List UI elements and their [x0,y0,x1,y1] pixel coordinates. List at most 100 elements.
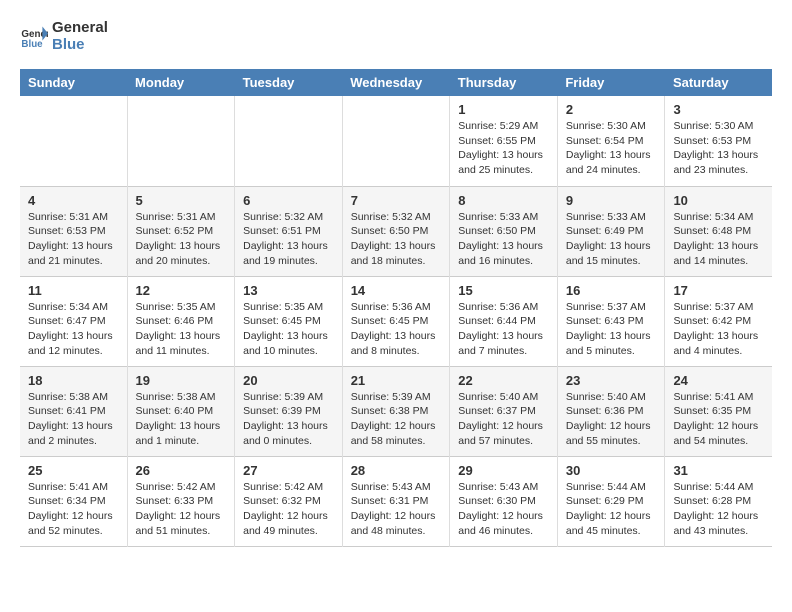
day-cell: 19 Sunrise: 5:38 AM Sunset: 6:40 PM Dayli… [127,366,235,456]
day-number: 14 [351,283,442,298]
day-cell: 24 Sunrise: 5:41 AM Sunset: 6:35 PM Dayli… [665,366,772,456]
day-info: Sunrise: 5:31 AM Sunset: 6:52 PM Dayligh… [136,210,227,269]
day-info: Sunrise: 5:29 AM Sunset: 6:55 PM Dayligh… [458,119,549,178]
logo: General Blue General Blue [20,20,108,53]
day-info: Sunrise: 5:40 AM Sunset: 6:36 PM Dayligh… [566,390,657,449]
day-cell: 17Sunrise: 5:37 AM Sunset: 6:42 PM Dayli… [665,276,772,366]
col-header-sunday: Sunday [20,69,127,96]
day-cell: 10 Sunrise: 5:34 AM Sunset: 6:48 PM Dayli… [665,186,772,276]
week-row-2: 4 Sunrise: 5:31 AM Sunset: 6:53 PM Daylig… [20,186,772,276]
day-cell: 4 Sunrise: 5:31 AM Sunset: 6:53 PM Daylig… [20,186,127,276]
day-info: Sunrise: 5:33 AM Sunset: 6:49 PM Dayligh… [566,210,657,269]
day-number: 30 [566,463,657,478]
day-info: Sunrise: 5:36 AM Sunset: 6:45 PM Dayligh… [351,300,442,359]
day-cell: 14 Sunrise: 5:36 AM Sunset: 6:45 PM Dayli… [342,276,450,366]
day-cell: 26 Sunrise: 5:42 AM Sunset: 6:33 PM Dayli… [127,456,235,546]
day-info: Sunrise: 5:33 AM Sunset: 6:50 PM Dayligh… [458,210,549,269]
day-number: 25 [28,463,119,478]
day-number: 2 [566,102,657,117]
day-info: Sunrise: 5:43 AM Sunset: 6:30 PM Dayligh… [458,480,549,539]
day-info: Sunrise: 5:44 AM Sunset: 6:28 PM Dayligh… [673,480,764,539]
day-cell [342,96,450,186]
col-header-wednesday: Wednesday [342,69,450,96]
day-number: 19 [136,373,227,388]
col-header-monday: Monday [127,69,235,96]
day-info: Sunrise: 5:39 AM Sunset: 6:39 PM Dayligh… [243,390,334,449]
day-info: Sunrise: 5:31 AM Sunset: 6:53 PM Dayligh… [28,210,119,269]
day-info: Sunrise: 5:32 AM Sunset: 6:50 PM Dayligh… [351,210,442,269]
day-info: Sunrise: 5:37 AM Sunset: 6:43 PM Dayligh… [566,300,657,359]
week-row-5: 25Sunrise: 5:41 AM Sunset: 6:34 PM Dayli… [20,456,772,546]
col-header-tuesday: Tuesday [235,69,343,96]
day-info: Sunrise: 5:42 AM Sunset: 6:33 PM Dayligh… [136,480,227,539]
logo-general: General [52,20,108,37]
day-number: 12 [136,283,227,298]
day-number: 13 [243,283,334,298]
day-number: 18 [28,373,119,388]
day-cell: 18 Sunrise: 5:38 AM Sunset: 6:41 PM Dayli… [20,366,127,456]
day-cell: 8 Sunrise: 5:33 AM Sunset: 6:50 PM Daylig… [450,186,558,276]
day-info: Sunrise: 5:35 AM Sunset: 6:46 PM Dayligh… [136,300,227,359]
calendar-table: SundayMondayTuesdayWednesdayThursdayFrid… [20,69,772,547]
day-cell: 31 Sunrise: 5:44 AM Sunset: 6:28 PM Dayli… [665,456,772,546]
day-info: Sunrise: 5:44 AM Sunset: 6:29 PM Dayligh… [566,480,657,539]
day-number: 21 [351,373,442,388]
col-header-thursday: Thursday [450,69,558,96]
week-row-4: 18 Sunrise: 5:38 AM Sunset: 6:41 PM Dayli… [20,366,772,456]
day-number: 5 [136,193,227,208]
logo-icon: General Blue [20,23,48,51]
day-cell: 20Sunrise: 5:39 AM Sunset: 6:39 PM Dayli… [235,366,343,456]
logo-blue: Blue [52,37,108,54]
day-info: Sunrise: 5:36 AM Sunset: 6:44 PM Dayligh… [458,300,549,359]
day-info: Sunrise: 5:38 AM Sunset: 6:40 PM Dayligh… [136,390,227,449]
day-cell: 29 Sunrise: 5:43 AM Sunset: 6:30 PM Dayli… [450,456,558,546]
day-number: 11 [28,283,119,298]
day-number: 10 [673,193,764,208]
day-number: 29 [458,463,549,478]
day-cell: 13 Sunrise: 5:35 AM Sunset: 6:45 PM Dayli… [235,276,343,366]
day-cell: 11Sunrise: 5:34 AM Sunset: 6:47 PM Dayli… [20,276,127,366]
day-cell: 27 Sunrise: 5:42 AM Sunset: 6:32 PM Dayli… [235,456,343,546]
day-info: Sunrise: 5:37 AM Sunset: 6:42 PM Dayligh… [673,300,764,359]
day-cell: 2 Sunrise: 5:30 AM Sunset: 6:54 PM Daylig… [557,96,665,186]
day-cell: 25Sunrise: 5:41 AM Sunset: 6:34 PM Dayli… [20,456,127,546]
day-number: 6 [243,193,334,208]
day-info: Sunrise: 5:30 AM Sunset: 6:54 PM Dayligh… [566,119,657,178]
day-info: Sunrise: 5:30 AM Sunset: 6:53 PM Dayligh… [673,119,764,178]
day-cell: 5 Sunrise: 5:31 AM Sunset: 6:52 PM Daylig… [127,186,235,276]
day-number: 24 [673,373,764,388]
day-cell: 23 Sunrise: 5:40 AM Sunset: 6:36 PM Dayli… [557,366,665,456]
svg-text:Blue: Blue [21,38,43,49]
day-info: Sunrise: 5:41 AM Sunset: 6:35 PM Dayligh… [673,390,764,449]
day-cell [20,96,127,186]
day-cell [127,96,235,186]
day-number: 27 [243,463,334,478]
day-number: 9 [566,193,657,208]
day-number: 26 [136,463,227,478]
day-cell: 6 Sunrise: 5:32 AM Sunset: 6:51 PM Daylig… [235,186,343,276]
day-number: 23 [566,373,657,388]
day-info: Sunrise: 5:32 AM Sunset: 6:51 PM Dayligh… [243,210,334,269]
day-cell: 22Sunrise: 5:40 AM Sunset: 6:37 PM Dayli… [450,366,558,456]
day-info: Sunrise: 5:42 AM Sunset: 6:32 PM Dayligh… [243,480,334,539]
day-info: Sunrise: 5:34 AM Sunset: 6:48 PM Dayligh… [673,210,764,269]
day-cell: 28Sunrise: 5:43 AM Sunset: 6:31 PM Dayli… [342,456,450,546]
week-row-3: 11Sunrise: 5:34 AM Sunset: 6:47 PM Dayli… [20,276,772,366]
day-cell: 21 Sunrise: 5:39 AM Sunset: 6:38 PM Dayli… [342,366,450,456]
day-cell: 30 Sunrise: 5:44 AM Sunset: 6:29 PM Dayli… [557,456,665,546]
day-info: Sunrise: 5:39 AM Sunset: 6:38 PM Dayligh… [351,390,442,449]
header: General Blue General Blue [20,20,772,53]
day-cell: 16 Sunrise: 5:37 AM Sunset: 6:43 PM Dayli… [557,276,665,366]
header-row: SundayMondayTuesdayWednesdayThursdayFrid… [20,69,772,96]
col-header-saturday: Saturday [665,69,772,96]
day-info: Sunrise: 5:35 AM Sunset: 6:45 PM Dayligh… [243,300,334,359]
day-cell [235,96,343,186]
day-info: Sunrise: 5:38 AM Sunset: 6:41 PM Dayligh… [28,390,119,449]
day-number: 3 [673,102,764,117]
day-number: 28 [351,463,442,478]
day-cell: 7Sunrise: 5:32 AM Sunset: 6:50 PM Daylig… [342,186,450,276]
day-number: 16 [566,283,657,298]
day-number: 8 [458,193,549,208]
day-number: 4 [28,193,119,208]
day-number: 31 [673,463,764,478]
